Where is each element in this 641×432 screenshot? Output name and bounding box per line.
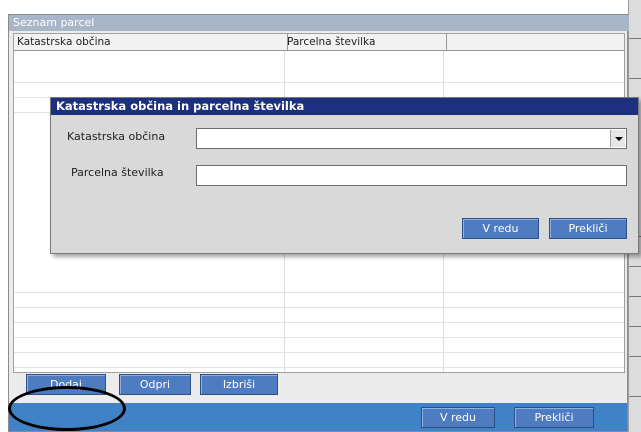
- dialog-ok-button[interactable]: V redu: [462, 218, 539, 239]
- delete-button[interactable]: Izbriši: [200, 374, 278, 395]
- cadastral-label: Katastrska občina: [67, 130, 166, 143]
- cadastral-select[interactable]: [196, 128, 627, 149]
- main-cancel-button[interactable]: Prekliči: [514, 407, 594, 428]
- dialog-title: Katastrska občina in parcelna številka: [51, 98, 638, 115]
- main-ok-button[interactable]: V redu: [421, 407, 495, 428]
- parcel-entry-dialog: Katastrska občina in parcelna številka K…: [50, 97, 639, 254]
- table-row[interactable]: [14, 337, 624, 353]
- table-row[interactable]: [14, 82, 624, 98]
- table-row[interactable]: [14, 292, 624, 308]
- column-header-cadastral[interactable]: Katastrska občina: [14, 34, 288, 51]
- window-title: Seznam parcel: [9, 15, 629, 31]
- column-header-empty[interactable]: [443, 34, 624, 51]
- table-header: Katastrska občina Parcelna številka: [14, 34, 624, 51]
- open-button[interactable]: Odpri: [119, 374, 191, 395]
- parcel-label: Parcelna številka: [71, 166, 164, 179]
- dialog-cancel-button[interactable]: Prekliči: [549, 218, 627, 239]
- table-row[interactable]: [14, 67, 624, 83]
- table-row[interactable]: [14, 352, 624, 368]
- column-header-parcel[interactable]: Parcelna številka: [284, 34, 447, 51]
- highlight-circle: [8, 386, 126, 431]
- parcel-number-field[interactable]: [196, 165, 627, 186]
- table-row[interactable]: [14, 277, 624, 293]
- table-row[interactable]: [14, 307, 624, 323]
- chevron-down-icon[interactable]: [610, 130, 625, 147]
- table-row[interactable]: [14, 322, 624, 338]
